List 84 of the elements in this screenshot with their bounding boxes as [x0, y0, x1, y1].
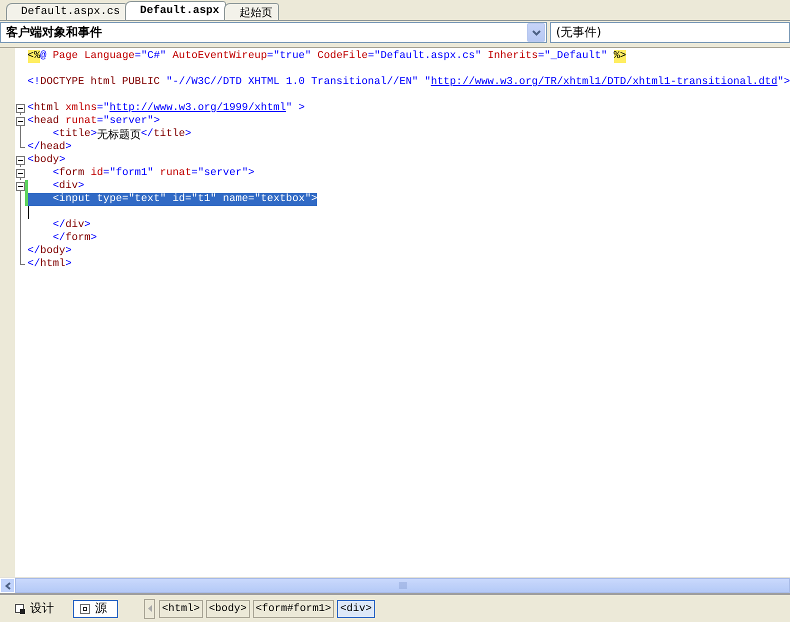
- code-token: input: [59, 193, 91, 206]
- code-token: </: [28, 258, 40, 271]
- code-token: html: [34, 102, 60, 115]
- object-dropdown[interactable]: 客户端对象和事件: [0, 22, 547, 43]
- tag-breadcrumb[interactable]: <div>: [337, 600, 375, 618]
- code-token: runat: [158, 167, 192, 180]
- code-token: </: [52, 219, 66, 232]
- code-token: ="form1": [103, 167, 154, 180]
- code-token: >: [65, 258, 72, 271]
- source-icon: [80, 604, 90, 614]
- code-token: </: [28, 141, 40, 154]
- code-token: ="C#": [134, 50, 166, 63]
- code-token: xmlns: [64, 102, 97, 115]
- code-token: div: [65, 219, 84, 232]
- code-token: >: [90, 128, 97, 141]
- url-link[interactable]: http://www.w3.org/TR/xhtml1/DTD/xhtml1-transitional.dtd: [430, 76, 778, 89]
- document-tab[interactable]: Default.aspx.cs: [6, 3, 128, 20]
- tag-breadcrumb[interactable]: <html>: [159, 600, 203, 618]
- event-dropdown[interactable]: (无事件): [550, 22, 790, 43]
- code-token: >: [84, 219, 91, 232]
- code-token: AutoEventWireup: [171, 50, 268, 63]
- code-token: <: [28, 193, 60, 206]
- code-token: name: [216, 193, 248, 206]
- code-token: Page Language: [52, 50, 135, 63]
- code-token: <: [52, 167, 60, 180]
- collapse-icon[interactable]: [16, 167, 26, 180]
- code-token: ="textbox">: [248, 193, 318, 206]
- code-token: >: [185, 128, 192, 141]
- code-token: <: [28, 102, 34, 115]
- collapse-icon[interactable]: [16, 154, 26, 167]
- code-token: >: [65, 245, 72, 258]
- code-token: <: [52, 128, 60, 141]
- collapse-icon[interactable]: [16, 115, 26, 128]
- code-token: head: [34, 115, 60, 128]
- code-token: html: [40, 258, 66, 271]
- design-icon: [15, 604, 25, 614]
- code-token: ="text": [122, 193, 166, 206]
- code-token: head: [40, 141, 66, 154]
- view-button[interactable]: 设计: [8, 600, 61, 618]
- view-button[interactable]: 源: [73, 600, 118, 618]
- document-tab[interactable]: 起始页: [224, 3, 280, 20]
- code-token: title: [59, 128, 91, 141]
- code-token: <!: [28, 76, 40, 89]
- code-token: <: [28, 115, 34, 128]
- code-token: </: [28, 245, 40, 258]
- code-token: Inherits: [486, 50, 538, 63]
- code-token: DOCTYPE html PUBLIC: [40, 76, 160, 89]
- code-token: >: [78, 180, 84, 193]
- code-token: " >: [286, 102, 305, 115]
- code-token: ="server">: [96, 115, 160, 128]
- code-token: >: [59, 154, 66, 167]
- code-token: body: [40, 245, 66, 258]
- code-token: </: [140, 128, 154, 141]
- code-token: id: [90, 167, 104, 180]
- code-token: >: [65, 141, 72, 154]
- code-token: <: [52, 180, 60, 193]
- code-token: div: [59, 180, 78, 193]
- code-token: ="server">: [191, 167, 254, 180]
- code-token: </: [52, 232, 66, 245]
- code-token: ="true": [267, 50, 312, 63]
- code-token: @: [40, 50, 46, 63]
- code-token: id: [166, 193, 186, 206]
- code-token: ="Default.aspx.cs": [368, 50, 482, 63]
- code-token: >: [90, 232, 97, 245]
- code-token: form: [59, 167, 84, 180]
- code-token: <: [28, 154, 34, 167]
- code-token: form: [65, 232, 91, 245]
- code-token: type: [90, 193, 122, 206]
- collapse-icon[interactable]: [16, 102, 26, 115]
- code-token: =": [96, 102, 110, 115]
- document-tab[interactable]: Default.aspx: [125, 1, 226, 20]
- collapse-icon[interactable]: [16, 180, 26, 193]
- code-token: "-//W3C//DTD XHTML 1.0 Transitional//EN" ": [165, 76, 431, 89]
- code-token: ="t1": [185, 193, 217, 206]
- code-token: title: [153, 128, 185, 141]
- code-token: body: [34, 154, 60, 167]
- tag-breadcrumb[interactable]: <body>: [206, 600, 250, 618]
- code-token: runat: [64, 115, 97, 128]
- code-token: 无标题页: [96, 128, 141, 141]
- tag-breadcrumb[interactable]: <form#form1>: [252, 600, 334, 618]
- code-token: ="_Default": [538, 50, 608, 63]
- url-link[interactable]: http://www.w3.org/1999/xhtml: [109, 102, 286, 115]
- code-token: CodeFile: [316, 50, 368, 63]
- code-token: ">: [777, 76, 790, 89]
